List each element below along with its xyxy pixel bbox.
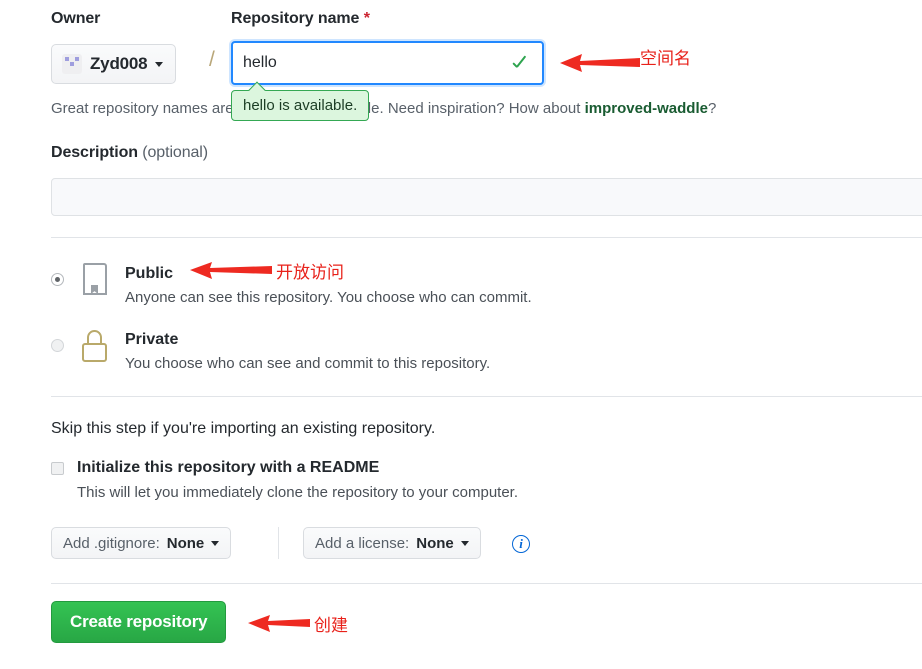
lock-icon (79, 329, 109, 363)
create-repository-button[interactable]: Create repository (51, 601, 227, 643)
availability-tooltip: hello is available. (231, 90, 370, 121)
required-marker: * (363, 10, 370, 27)
license-dropdown[interactable]: Add a license: None (303, 527, 481, 559)
annotation-arrow-public (190, 262, 272, 279)
annotation-arrow-repo-name (560, 54, 640, 72)
gitignore-dropdown[interactable]: Add .gitignore: None (51, 527, 232, 559)
gitignore-value: None (166, 534, 205, 552)
license-prefix: Add a license: (315, 534, 410, 552)
skip-import-note: Skip this step if you're importing an ex… (51, 420, 436, 437)
public-description: Anyone can see this repository. You choo… (125, 289, 532, 306)
radio-public[interactable] (51, 273, 64, 286)
private-description: You choose who can see and commit to thi… (125, 355, 491, 372)
new-repository-form: Owner Repository name * Zyd008 / Great r… (0, 0, 922, 669)
description-label: Description (optional) (51, 144, 208, 162)
initialize-readme-label: Initialize this repository with a README (77, 459, 380, 476)
annotation-label-create: 创建 (314, 616, 348, 636)
public-title: Public (125, 265, 174, 282)
chevron-down-icon (211, 540, 220, 546)
chevron-down-icon (460, 540, 469, 546)
check-icon (510, 52, 532, 74)
identicon-avatar-icon (62, 54, 82, 74)
repository-name-label: Repository name * (231, 10, 370, 28)
owner-name: Zyd008 (90, 54, 148, 73)
annotation-label-public: 开放访问 (276, 263, 344, 283)
suggested-name-link[interactable]: improved-waddle (585, 100, 708, 117)
owner-label: Owner (51, 10, 101, 27)
description-label-text: Description (51, 144, 138, 161)
license-value: None (416, 534, 454, 552)
private-title: Private (125, 331, 179, 348)
divider-submit-top (51, 583, 922, 584)
info-circle-icon[interactable]: i (512, 535, 530, 553)
divider-visibility-top (51, 237, 922, 238)
helper-suffix: ? (707, 100, 717, 117)
repository-name-label-text: Repository name (231, 10, 360, 27)
gitignore-prefix: Add .gitignore: (63, 534, 160, 552)
radio-private[interactable] (51, 339, 64, 352)
repository-name-helper: Great repository names are short and mem… (51, 100, 716, 117)
owner-repo-separator: / (209, 48, 215, 71)
description-input[interactable] (51, 178, 922, 216)
dropdown-separator (278, 527, 279, 559)
create-repository-button-label: Create repository (70, 612, 208, 631)
annotation-label-repo-name: 空间名 (640, 49, 691, 69)
annotation-arrow-create (248, 615, 310, 632)
initialize-readme-description: This will let you immediately clone the … (77, 484, 519, 501)
description-optional-text: (optional) (142, 144, 208, 161)
initialize-readme-checkbox[interactable] (51, 462, 64, 475)
repo-book-icon (79, 262, 109, 296)
repository-name-input[interactable] (243, 52, 510, 74)
owner-dropdown[interactable]: Zyd008 (51, 44, 177, 84)
chevron-down-icon (155, 61, 164, 67)
divider-initialize-top (51, 396, 922, 397)
repository-name-field[interactable] (231, 41, 544, 85)
